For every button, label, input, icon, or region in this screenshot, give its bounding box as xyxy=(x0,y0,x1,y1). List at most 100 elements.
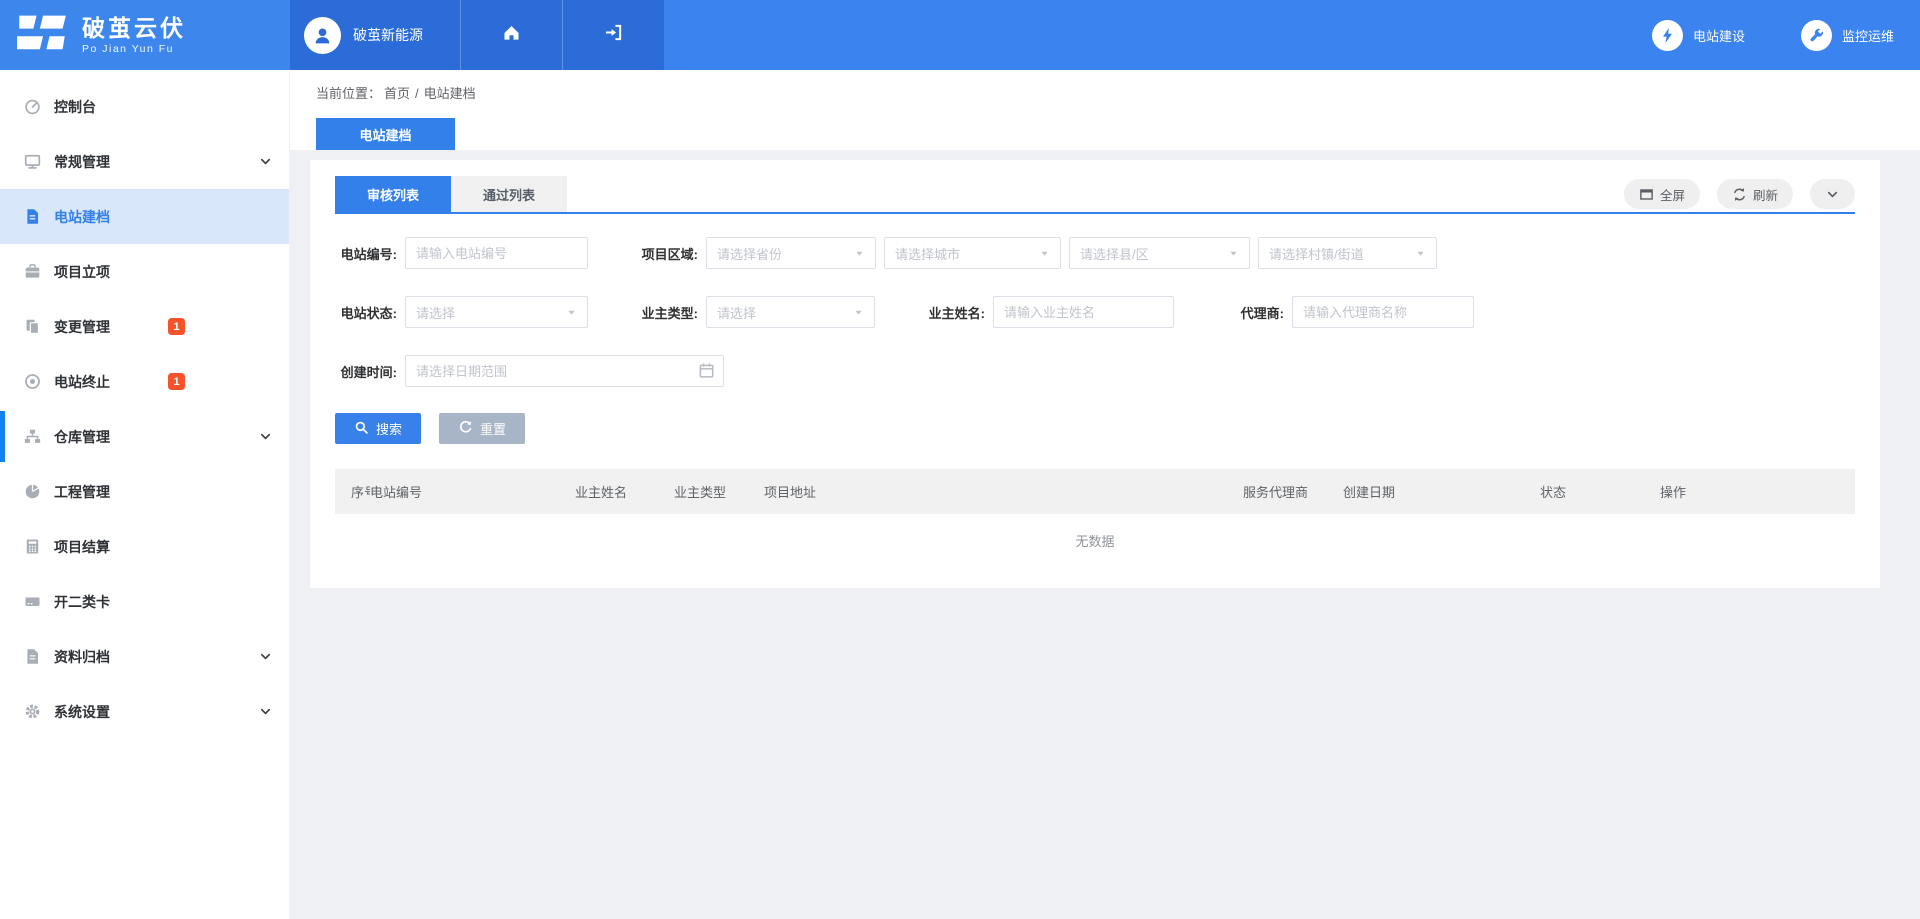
station-no-input[interactable] xyxy=(405,237,588,269)
tab-passed-list[interactable]: 通过列表 xyxy=(451,176,567,212)
sidebar-item-project-initiation[interactable]: 项目立项 xyxy=(0,244,289,299)
chevron-down-icon xyxy=(258,429,273,444)
document-icon xyxy=(24,208,41,225)
calendar-icon xyxy=(698,362,715,384)
nav-station-build[interactable]: 电站建设 xyxy=(1652,20,1745,51)
station-status-label: 电站状态: xyxy=(335,303,405,322)
table-header-cell: 操作 xyxy=(1660,482,1855,501)
sidebar-item-label: 资料归档 xyxy=(54,647,110,667)
sidebar-item-general-mgmt[interactable]: 常规管理 xyxy=(0,134,289,189)
region-province-select[interactable]: 请选择省份 xyxy=(706,237,876,269)
list-tabs: 审核列表通过列表 xyxy=(335,176,567,212)
reset-button[interactable]: 重置 xyxy=(439,413,525,444)
user-avatar-icon xyxy=(304,17,341,54)
chevron-down-icon xyxy=(258,154,273,169)
fullscreen-icon xyxy=(1639,187,1654,202)
app-root: 破茧云伏 Po Jian Yun Fu 破茧新能源 电站建设 监控运维 控制台常规… xyxy=(0,0,1920,919)
refresh-icon xyxy=(1732,187,1747,202)
owner-type-select[interactable]: 请选择 xyxy=(706,296,875,328)
sidebar-item-engineering-mgmt[interactable]: 工程管理 xyxy=(0,464,289,519)
user-menu[interactable]: 破茧新能源 xyxy=(290,0,460,70)
breadcrumb-strip: 当前位置：首页/电站建档 电站建档 xyxy=(290,70,1920,150)
page-tab-station-archive[interactable]: 电站建档 xyxy=(316,118,455,150)
sidebar-item-label: 工程管理 xyxy=(54,482,110,502)
caret-down-icon xyxy=(1039,248,1050,259)
breadcrumb-prefix: 当前位置： xyxy=(316,86,381,101)
notification-badge: 1 xyxy=(168,318,185,335)
caret-down-icon xyxy=(1228,248,1239,259)
region-county-select[interactable]: 请选择县/区 xyxy=(1069,237,1250,269)
owner-name-label: 业主姓名: xyxy=(923,303,993,322)
sidebar-item-label: 开二类卡 xyxy=(54,592,110,612)
logout-icon xyxy=(604,23,623,47)
sidebar-item-station-archive[interactable]: 电站建档 xyxy=(0,189,289,244)
create-time-label: 创建时间: xyxy=(335,362,405,381)
gear-icon xyxy=(24,703,41,720)
sidebar-item-label: 控制台 xyxy=(54,97,96,117)
sidebar: 控制台常规管理电站建档项目立项变更管理1电站终止1仓库管理工程管理项目结算开二类… xyxy=(0,70,290,919)
brand-logo-icon xyxy=(16,13,68,58)
sidebar-item-console[interactable]: 控制台 xyxy=(0,79,289,134)
sidebar-item-label: 系统设置 xyxy=(54,702,110,722)
results-table: 序号电站编号业主姓名业主类型项目地址服务代理商创建日期状态操作 无数据 xyxy=(335,469,1855,550)
chevron-down-icon xyxy=(258,649,273,664)
fullscreen-button[interactable]: 全屏 xyxy=(1624,179,1700,209)
tab-review-list[interactable]: 审核列表 xyxy=(335,176,451,212)
sidebar-scroll-indicator xyxy=(0,411,5,462)
dashboard-icon xyxy=(24,98,41,115)
sidebar-item-label: 电站终止 xyxy=(54,372,110,392)
sidebar-item-station-termination[interactable]: 电站终止1 xyxy=(0,354,289,409)
station-status-select[interactable]: 请选择 xyxy=(405,296,588,328)
briefcase-icon xyxy=(24,263,41,280)
date-range-input[interactable] xyxy=(405,355,724,387)
table-header-cell: 业主姓名 xyxy=(575,482,674,501)
main-content: 当前位置：首页/电站建档 电站建档 审核列表通过列表 全屏刷新 电站编号: 项目… xyxy=(290,70,1920,919)
table-header-cell: 业主类型 xyxy=(674,482,764,501)
search-button[interactable]: 搜索 xyxy=(335,413,421,444)
home-icon xyxy=(502,23,521,47)
sidebar-item-system-settings[interactable]: 系统设置 xyxy=(0,684,289,739)
chevron-down-icon xyxy=(258,704,273,719)
breadcrumb-home-link[interactable]: 首页 xyxy=(384,86,410,101)
content-panel: 审核列表通过列表 全屏刷新 电站编号: 项目区域: 请选择省份请选择城市请选择县… xyxy=(310,160,1880,588)
table-header-cell: 序号 xyxy=(335,482,370,501)
sidebar-item-label: 项目结算 xyxy=(54,537,110,557)
owner-name-input[interactable] xyxy=(993,296,1174,328)
chevron-down-icon xyxy=(1825,187,1840,202)
reset-icon xyxy=(458,420,473,438)
breadcrumb-separator: / xyxy=(415,86,419,101)
region-village-select[interactable]: 请选择村镇/街道 xyxy=(1258,237,1437,269)
sidebar-item-data-archive[interactable]: 资料归档 xyxy=(0,629,289,684)
caret-down-icon xyxy=(566,307,577,318)
file-copy-icon xyxy=(24,318,41,335)
sidebar-item-change-mgmt[interactable]: 变更管理1 xyxy=(0,299,289,354)
nav-monitor-ops[interactable]: 监控运维 xyxy=(1801,20,1894,51)
sidebar-item-warehouse-mgmt[interactable]: 仓库管理 xyxy=(0,409,289,464)
sidebar-item-label: 项目立项 xyxy=(54,262,110,282)
sitemap-icon xyxy=(24,428,41,445)
region-city-select[interactable]: 请选择城市 xyxy=(884,237,1061,269)
pie-chart-icon xyxy=(24,483,41,500)
empty-state: 无数据 xyxy=(335,514,1855,550)
collapse-button[interactable] xyxy=(1810,179,1855,209)
sidebar-item-label: 仓库管理 xyxy=(54,427,110,447)
brand-subtitle: Po Jian Yun Fu xyxy=(82,43,186,55)
sidebar-item-project-settlement[interactable]: 项目结算 xyxy=(0,519,289,574)
brand: 破茧云伏 Po Jian Yun Fu xyxy=(0,0,290,70)
monitor-icon xyxy=(24,153,41,170)
region-label: 项目区域: xyxy=(636,244,706,263)
lightning-icon xyxy=(1652,20,1683,51)
top-bar-right: 电站建设 监控运维 xyxy=(664,0,1920,70)
refresh-button[interactable]: 刷新 xyxy=(1717,179,1793,209)
card-icon xyxy=(24,593,41,610)
caret-down-icon xyxy=(854,248,865,259)
top-bar-user-section: 破茧新能源 xyxy=(290,0,664,70)
sidebar-item-open-card[interactable]: 开二类卡 xyxy=(0,574,289,629)
user-name: 破茧新能源 xyxy=(353,25,423,45)
agent-input[interactable] xyxy=(1292,296,1474,328)
caret-down-icon xyxy=(1415,248,1426,259)
table-header-cell: 电站编号 xyxy=(370,482,575,501)
home-button[interactable] xyxy=(460,0,562,70)
logout-button[interactable] xyxy=(562,0,664,70)
table-header-cell: 状态 xyxy=(1540,482,1660,501)
